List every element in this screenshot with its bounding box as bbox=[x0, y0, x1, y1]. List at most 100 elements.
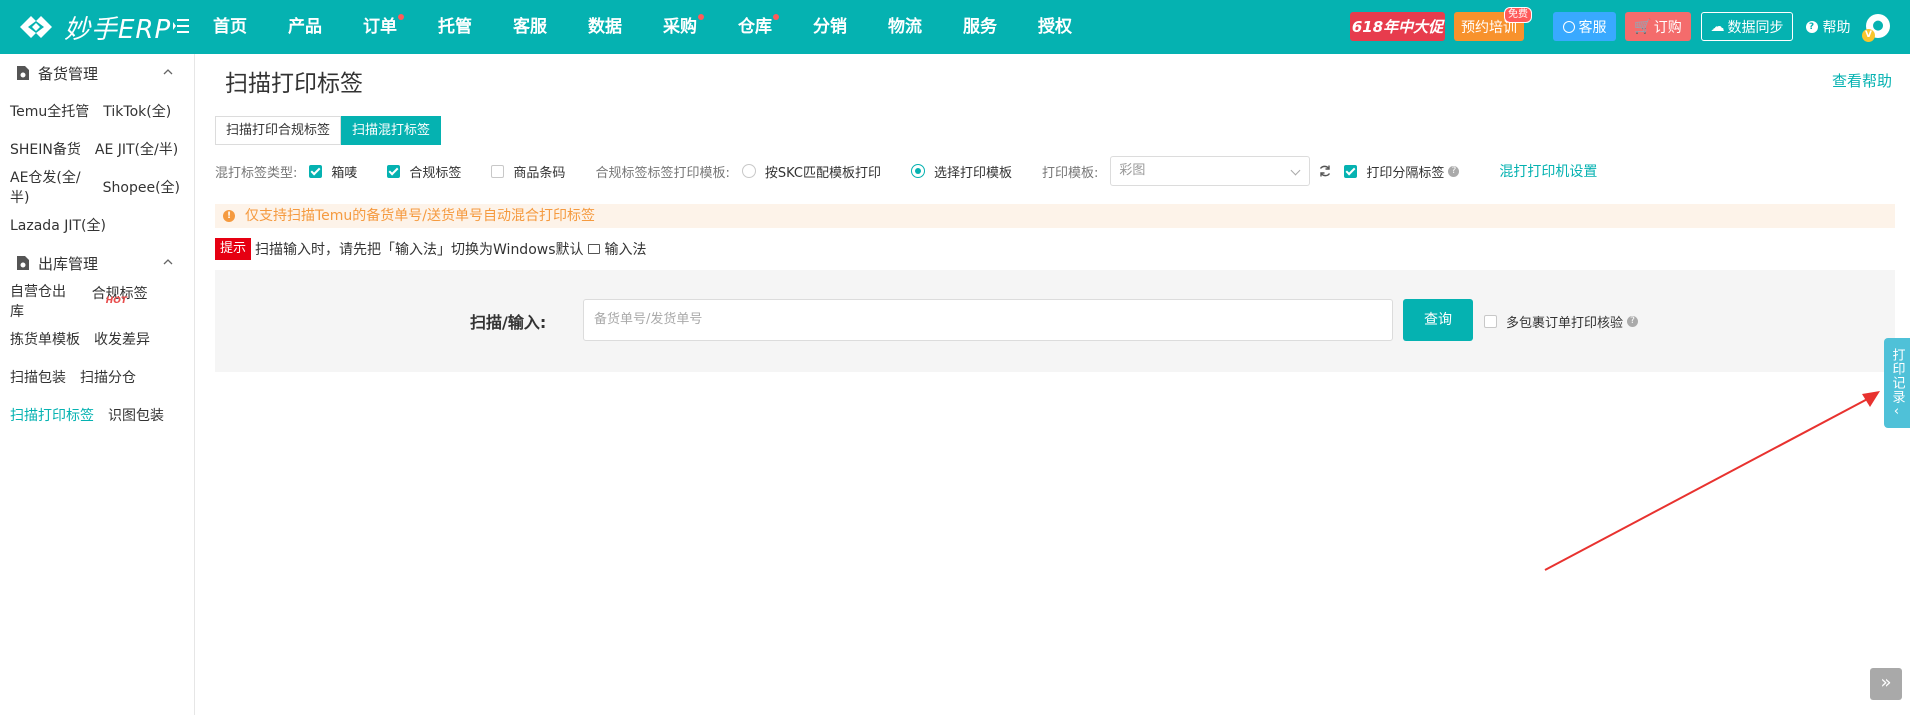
scan-label: 扫描/输入: bbox=[470, 313, 547, 332]
sidebar-item[interactable]: 扫描分仓 bbox=[80, 367, 136, 387]
nav-item[interactable]: 仓库 bbox=[738, 0, 779, 54]
print-record-tab[interactable]: 打印记录 ‹ bbox=[1884, 338, 1910, 428]
refresh-icon[interactable] bbox=[1318, 164, 1332, 178]
chevron-up-icon[interactable] bbox=[162, 66, 174, 78]
question-icon[interactable]: ? bbox=[1448, 165, 1460, 177]
customer-service-label: 客服 bbox=[1578, 19, 1607, 36]
tab-bar: 扫描打印合规标签 扫描混打标签 bbox=[215, 116, 442, 145]
brand-name: 妙手ERP bbox=[64, 14, 172, 45]
nav-item[interactable]: 数据 bbox=[588, 0, 622, 54]
compliance-label-text: 合规标签 bbox=[409, 165, 462, 181]
radio-skc-match[interactable] bbox=[741, 164, 756, 178]
sidebar-section-outbound[interactable]: 出库管理 bbox=[0, 244, 194, 282]
expand-icon[interactable]: » bbox=[1870, 668, 1902, 700]
sidebar-item-label: TikTok(全) bbox=[103, 104, 172, 120]
sidebar-item[interactable]: 拣货单模板 bbox=[10, 329, 80, 349]
sidebar-item[interactable]: 识图包装 bbox=[108, 405, 164, 425]
annotation-arrow bbox=[1544, 391, 1880, 571]
tab-mixed-label[interactable]: 扫描混打标签 bbox=[341, 116, 442, 145]
sidebar-row: Temu全托管 TikTok(全) bbox=[0, 92, 194, 130]
scan-input[interactable]: 备货单号/发货单号 bbox=[583, 299, 1393, 341]
nav-item[interactable]: 订单 bbox=[363, 0, 404, 54]
nav-item-label: 服务 bbox=[963, 17, 997, 37]
nav-item-label: 产品 bbox=[288, 17, 322, 37]
multi-package-check[interactable]: 多包裹订单打印核验 ? bbox=[1484, 312, 1639, 331]
help-label: 帮助 bbox=[1822, 19, 1851, 36]
sidebar-item[interactable]: Temu全托管 bbox=[10, 101, 89, 121]
nav-item[interactable]: 授权 bbox=[1038, 0, 1072, 54]
tip-text: 扫描输入时，请先把「输入法」切换为Windows默认 bbox=[255, 242, 584, 258]
chevron-left-icon: ‹ bbox=[1893, 403, 1901, 419]
sidebar-row: 拣货单模板 收发差异 bbox=[0, 320, 194, 358]
logo-icon bbox=[20, 16, 52, 38]
menu-toggle-icon[interactable] bbox=[172, 17, 190, 35]
sidebar-row: SHEIN备货 AE JIT(全/半) bbox=[0, 130, 194, 168]
checkbox-box-label[interactable] bbox=[309, 164, 323, 178]
nav-item-label: 首页 bbox=[213, 17, 247, 37]
main-nav: 首页 产品 订单 托管 客服 数据 采购 仓库 分销 物流 服务 授权 bbox=[213, 0, 1113, 54]
order-button[interactable]: 🛒 订购 bbox=[1625, 12, 1691, 41]
checkbox-compliance-label[interactable] bbox=[387, 164, 401, 178]
mixed-printer-setting-link[interactable]: 混打打印机设置 bbox=[1499, 161, 1597, 181]
warning-icon: ! bbox=[223, 210, 235, 222]
sidebar-item[interactable]: Lazada JIT(全) bbox=[10, 215, 106, 235]
nav-item[interactable]: 客服 bbox=[513, 0, 547, 54]
checkbox-multi-package[interactable] bbox=[1484, 315, 1497, 328]
sidebar-item[interactable]: 合规标签HOT bbox=[92, 283, 180, 319]
checkbox-separator-label[interactable] bbox=[1344, 164, 1358, 178]
nav-item[interactable]: 首页 bbox=[213, 0, 247, 54]
nav-item[interactable]: 托管 bbox=[438, 0, 472, 54]
radio-select-template[interactable] bbox=[910, 164, 925, 178]
box-label-text: 箱唛 bbox=[331, 165, 358, 181]
nav-item[interactable]: 产品 bbox=[288, 0, 322, 54]
view-help-link[interactable]: 查看帮助 bbox=[1832, 70, 1892, 91]
sidebar-item[interactable]: SHEIN备货 bbox=[10, 139, 81, 159]
sidebar-item-label: 扫描打印标签 bbox=[10, 408, 94, 424]
print-template-select[interactable]: 彩图 bbox=[1110, 156, 1311, 186]
nav-item[interactable]: 物流 bbox=[888, 0, 922, 54]
print-record-label: 打印记录 bbox=[1889, 347, 1905, 404]
tab-compliance-label[interactable]: 扫描打印合规标签 bbox=[215, 116, 342, 145]
customer-service-button[interactable]: 客服 bbox=[1553, 12, 1616, 41]
question-icon[interactable]: ? bbox=[1627, 316, 1639, 327]
scan-panel: 扫描/输入: 备货单号/发货单号 查询 多包裹订单打印核验 ? bbox=[215, 270, 1895, 372]
training-button[interactable]: 预约培训 免费 bbox=[1454, 7, 1532, 41]
sidebar-item[interactable]: AE JIT(全/半) bbox=[95, 139, 178, 159]
chevron-up-icon[interactable] bbox=[162, 256, 174, 268]
checkbox-barcode[interactable] bbox=[491, 164, 505, 178]
sidebar-item[interactable]: AE仓发(全/半) bbox=[10, 167, 89, 207]
hot-badge: HOT bbox=[105, 296, 128, 306]
page-title: 扫描打印标签 bbox=[225, 71, 363, 97]
sidebar-item[interactable]: 收发差异 bbox=[94, 329, 150, 349]
nav-item-label: 分销 bbox=[813, 17, 847, 37]
chat-icon bbox=[1562, 20, 1575, 33]
vip-badge: V bbox=[1862, 29, 1875, 42]
nav-item[interactable]: 分销 bbox=[813, 0, 847, 54]
sidebar-section-title: 出库管理 bbox=[38, 254, 99, 273]
sidebar-item[interactable]: TikTok(全) bbox=[103, 101, 171, 121]
order-label: 订购 bbox=[1653, 19, 1682, 36]
logo[interactable]: 妙手ERP bbox=[14, 8, 171, 46]
tip-tag: 提示 bbox=[215, 238, 252, 260]
nav-item-label: 仓库 bbox=[738, 17, 772, 37]
notification-dot bbox=[398, 14, 404, 20]
print-options: 混打标签类型: 箱唛 合规标签 商品条码 合规标签标签打印模板: 按SKC匹配模… bbox=[215, 156, 1597, 186]
sidebar-item[interactable]: 扫描包装 bbox=[10, 367, 66, 387]
nav-item[interactable]: 服务 bbox=[963, 0, 997, 54]
nav-item[interactable]: 采购 bbox=[663, 0, 704, 54]
nav-item-label: 采购 bbox=[663, 17, 697, 37]
notification-dot bbox=[773, 14, 779, 20]
data-sync-button[interactable]: ☁ 数据同步 bbox=[1701, 12, 1793, 41]
separator-label-text: 打印分隔标签 bbox=[1366, 165, 1445, 181]
sidebar-section-stock[interactable]: 备货管理 bbox=[0, 54, 194, 92]
sidebar-item-label: AE JIT(全/半) bbox=[94, 142, 179, 158]
cloud-icon: ☁ bbox=[1710, 18, 1725, 35]
promo-banner[interactable]: 618年中大促 bbox=[1350, 12, 1445, 41]
query-button[interactable]: 查询 bbox=[1403, 299, 1473, 341]
sidebar-item-label: 扫描分仓 bbox=[80, 370, 136, 386]
sidebar-item[interactable]: 扫描打印标签 bbox=[10, 405, 94, 425]
sidebar-item[interactable]: Shopee(全) bbox=[103, 177, 180, 197]
sidebar-item[interactable]: 自营仓出库 bbox=[10, 281, 78, 321]
avatar[interactable]: ● V bbox=[1862, 14, 1890, 42]
help-button[interactable]: ? 帮助 bbox=[1804, 12, 1852, 41]
